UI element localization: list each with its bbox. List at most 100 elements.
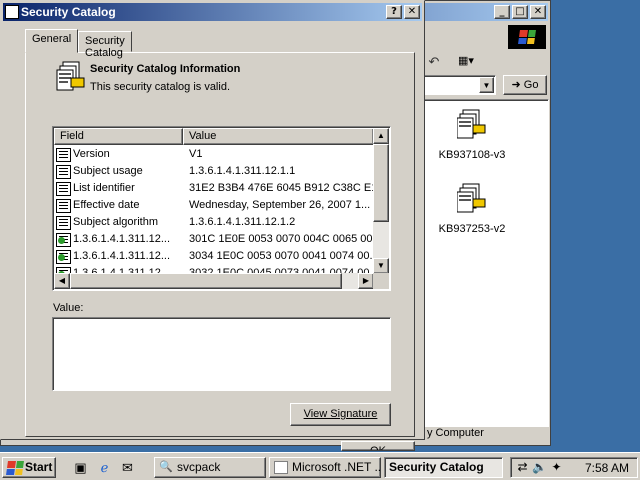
value-label: Value: (53, 302, 84, 314)
hscroll-thumb[interactable] (70, 273, 342, 289)
taskbar-button-label: Microsoft .NET ... (292, 460, 381, 474)
go-button[interactable]: ➜ Go (503, 75, 547, 95)
help-button[interactable]: ? (386, 5, 402, 19)
catalog-title-icon (5, 5, 19, 19)
scroll-left-icon[interactable]: ◀ (54, 273, 70, 289)
ok-button[interactable]: OK (341, 441, 415, 451)
properties-icon (56, 182, 71, 196)
column-header-value[interactable]: Value (183, 128, 374, 145)
row-value: V1 (189, 148, 203, 160)
dialog-window-controls: ? ✕ (386, 5, 420, 19)
taskbar: Start ▣ ℯ ✉ 🔍 svcpack Microsoft .NET ...… (0, 452, 640, 480)
search-folder-icon: 🔍 (159, 461, 173, 473)
row-value: 301C 1E0E 0053 0070 004C 0065 00... (189, 233, 373, 245)
row-field: 1.3.6.1.4.1.311.12... (73, 250, 171, 262)
table-row[interactable]: 1.3.6.1.4.1.311.12... 3034 1E0C 0053 0070… (55, 249, 373, 266)
clock[interactable]: 7:58 AM (585, 461, 629, 475)
view-signature-button[interactable]: View Signature (290, 403, 391, 426)
row-value: 31E2 B3B4 476E 6045 B912 C38C E1... (189, 182, 373, 194)
column-header-field[interactable]: Field (54, 128, 183, 145)
info-title: Security Catalog Information (90, 63, 241, 75)
row-field: Subject algorithm (73, 216, 158, 228)
file-item[interactable]: KB937253-v2 (422, 182, 522, 235)
close-button[interactable]: ✕ (404, 5, 420, 19)
status-text: y Computer (427, 427, 484, 439)
taskbar-button-label: svcpack (177, 460, 221, 474)
catalog-file-icon (456, 109, 486, 139)
info-subtitle: This security catalog is valid. (90, 81, 230, 93)
row-field: Version (73, 148, 110, 160)
view-signature-label: View Signature (303, 408, 378, 420)
table-row[interactable]: List identifier 31E2 B3B4 476E 6045 B912 … (55, 181, 373, 198)
views-button[interactable]: ▦▾ (452, 52, 480, 70)
scroll-right-icon[interactable]: ▶ (358, 273, 374, 289)
scroll-down-icon[interactable]: ▼ (373, 258, 389, 274)
windows-logo-icon (6, 461, 24, 475)
undo-icon[interactable]: ↶ (425, 53, 443, 71)
row-value: 1.3.6.1.4.1.311.12.1.2 (189, 216, 296, 228)
row-value: 3034 1E0C 0053 0070 0041 0074 00... (189, 250, 373, 262)
catalog-file-icon (456, 183, 486, 213)
tab-general-label: General (32, 33, 72, 45)
update-icon[interactable]: ✦ (549, 460, 564, 475)
fields-list[interactable]: Field Value Version V1 Subject usage 1.3.6… (52, 126, 391, 291)
security-catalog-icon (56, 61, 85, 91)
properties-icon (56, 216, 71, 230)
taskbar-button-label: Security Catalog (389, 460, 484, 474)
properties-icon (56, 165, 71, 179)
file-name: KB937253-v2 (438, 223, 506, 235)
file-name: KB937108-v3 (438, 149, 506, 161)
taskbar-button-security-catalog[interactable]: Security Catalog (384, 457, 503, 478)
row-field: List identifier (73, 182, 135, 194)
dialog-titlebar[interactable]: Security Catalog (3, 3, 422, 21)
start-label: Start (25, 460, 53, 474)
tab-security-catalog[interactable]: Security Catalog (78, 31, 132, 59)
show-desktop-icon[interactable]: ▣ (72, 459, 89, 476)
file-item[interactable]: KB937108-v3 (422, 108, 522, 161)
internet-explorer-icon[interactable]: ℯ (96, 459, 113, 476)
explorer-window-controls: _ □ ✕ (494, 5, 546, 19)
table-row[interactable]: Subject algorithm 1.3.6.1.4.1.311.12.1.2 (55, 215, 373, 232)
outlook-express-icon[interactable]: ✉ (119, 459, 136, 476)
scrollbar-corner (373, 273, 389, 289)
maximize-button[interactable]: □ (512, 5, 528, 19)
scroll-up-icon[interactable]: ▲ (373, 128, 389, 144)
network-icon[interactable]: ⇄ (515, 460, 530, 475)
rows-container: Version V1 Subject usage 1.3.6.1.4.1.311.1… (55, 147, 373, 276)
row-field: Effective date (73, 199, 140, 211)
vertical-scrollbar[interactable]: ▲ ▼ (373, 128, 389, 274)
start-button[interactable]: Start (2, 457, 56, 478)
table-row[interactable]: Version V1 (55, 147, 373, 164)
row-value: 1.3.6.1.4.1.311.12.1.1 (189, 165, 296, 177)
file-list-pane[interactable]: KB937108-v3 KB937253-v2 (421, 99, 549, 427)
tab-security-catalog-label: Security Catalog (85, 35, 125, 59)
extension-icon (56, 250, 71, 264)
tab-general[interactable]: General (25, 29, 79, 53)
value-textbox[interactable] (52, 317, 391, 391)
address-bar[interactable]: ▼ (421, 75, 496, 95)
go-label: Go (523, 79, 539, 91)
horizontal-scrollbar[interactable]: ◀ ▶ (54, 273, 374, 289)
close-button[interactable]: ✕ (530, 5, 546, 19)
scroll-thumb[interactable] (373, 144, 389, 222)
chevron-down-icon[interactable]: ▼ (479, 77, 494, 93)
table-row[interactable]: 1.3.6.1.4.1.311.12... 301C 1E0E 0053 0070… (55, 232, 373, 249)
table-row[interactable]: Effective date Wednesday, September 26, 2… (55, 198, 373, 215)
application-icon (274, 461, 288, 474)
table-row[interactable]: Subject usage 1.3.6.1.4.1.311.12.1.1 (55, 164, 373, 181)
volume-icon[interactable]: 🔈 (532, 460, 547, 475)
row-field: Subject usage (73, 165, 143, 177)
windows-logo-icon (508, 25, 546, 49)
taskbar-button-svcpack[interactable]: 🔍 svcpack (154, 457, 266, 478)
dialog-title: Security Catalog (21, 5, 116, 19)
row-field: 1.3.6.1.4.1.311.12... (73, 233, 171, 245)
row-value: Wednesday, September 26, 2007 1... (189, 199, 371, 211)
go-arrow-icon: ➜ (511, 79, 521, 91)
security-catalog-dialog: Security Catalog ? ✕ General Security Ca… (0, 0, 425, 440)
minimize-button[interactable]: _ (494, 5, 510, 19)
taskbar-button-dotnet[interactable]: Microsoft .NET ... (269, 457, 381, 478)
extension-icon (56, 233, 71, 247)
system-tray: ⇄ 🔈 ✦ 7:58 AM (510, 457, 638, 478)
properties-icon (56, 199, 71, 213)
properties-icon (56, 148, 71, 162)
